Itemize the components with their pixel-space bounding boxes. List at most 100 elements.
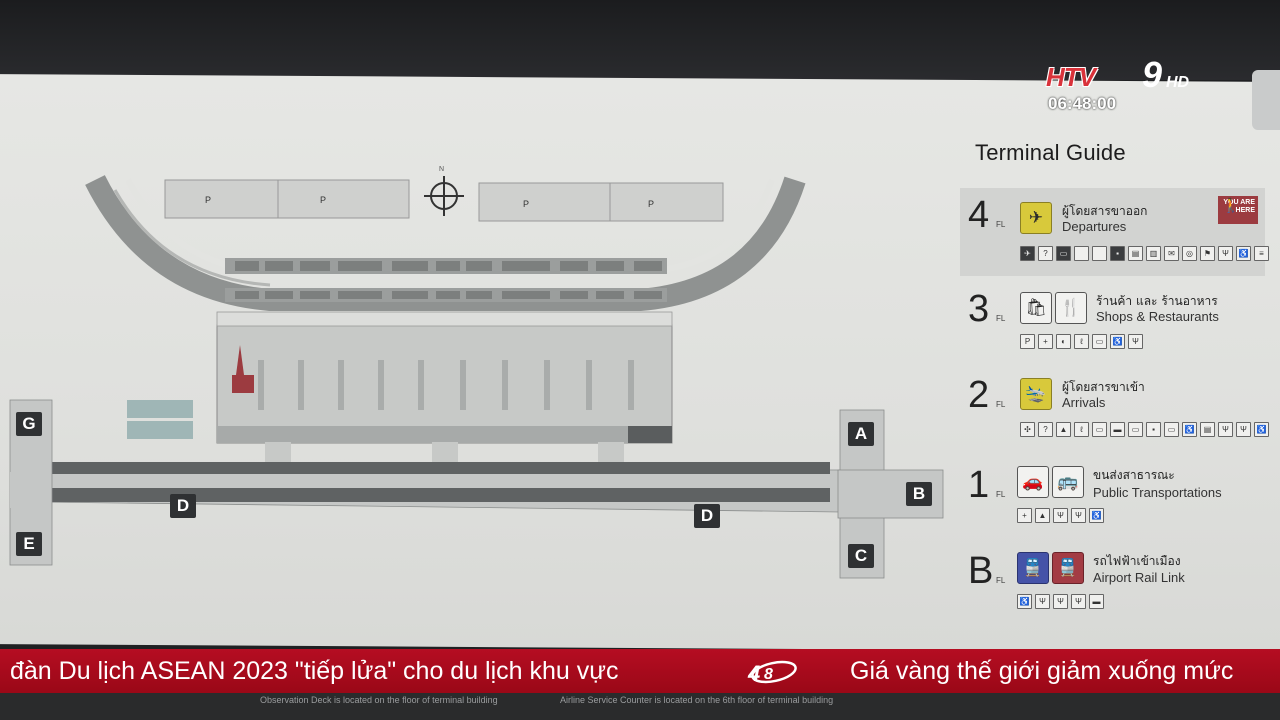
svg-text:P: P — [205, 195, 211, 205]
floor-1-public-transport: 1 FL 🚗 🚌 ขนส่งสาธารณะ Public Transportat… — [960, 458, 1265, 546]
bottom-strip: Observation Deck is located on the floor… — [0, 693, 1280, 720]
facility-icon: ♿ — [1089, 508, 1104, 523]
shopping-bags-icon: 🛍 — [1020, 292, 1052, 324]
floor-suffix: FL — [996, 400, 1006, 409]
floor-number: 1 — [968, 464, 990, 506]
floor-number: B — [968, 550, 994, 592]
floor-number: 2 — [968, 374, 990, 416]
facility-icon: Ψ — [1053, 508, 1068, 523]
facility-icon: P — [1020, 334, 1035, 349]
bottom-note-left: Observation Deck is located on the floor… — [260, 695, 498, 705]
floor-3-facility-icons: P + ◐ ℓ ▭ ♿ Ψ — [1020, 334, 1143, 349]
facility-icon: ◎ — [1182, 246, 1197, 261]
logo-htv-text: HTV — [1046, 62, 1096, 92]
pier-b-marker: B — [906, 482, 932, 506]
terminal-map: P P P P G E D D A B C N — [0, 150, 960, 590]
floor-number: 4 — [968, 194, 990, 236]
facility-icon: ▤ — [1200, 422, 1215, 437]
train-blue-icon: 🚆 — [1017, 552, 1049, 584]
pier-g-marker: G — [16, 412, 42, 436]
svg-text:P: P — [320, 195, 326, 205]
floor-english-label: Departures — [1062, 219, 1127, 234]
facility-icon: ≡ — [1254, 246, 1269, 261]
floor-2-facility-icons: ✣ ? ▲ ℓ ▭ ▬ ▭ ▪ ▭ ♿ ▤ Ψ Ψ ♿ — [1020, 422, 1269, 437]
floor-english-label: Shops & Restaurants — [1096, 309, 1219, 324]
bus-icon: 🚌 — [1052, 466, 1084, 498]
svg-text:P: P — [648, 199, 654, 209]
floor-4-departures: 4 FL ✈ ผู้โดยสารขาออก Departures 🚶 YOU A… — [960, 188, 1269, 276]
facility-icon: ▲ — [1035, 508, 1050, 523]
guide-title: Terminal Guide — [975, 140, 1126, 165]
facility-icon: ▬ — [1110, 422, 1125, 437]
floor-suffix: FL — [996, 576, 1006, 585]
board-frame — [1252, 70, 1280, 130]
facility-icon: ℓ — [1074, 422, 1089, 437]
ticker-headline-left: đàn Du lịch ASEAN 2023 "tiếp lửa" cho du… — [10, 657, 619, 685]
channel-logo: HTV 9 HD — [1046, 54, 1196, 95]
person-icon: 🚶 — [1222, 197, 1240, 213]
pier-d-east-marker: D — [694, 504, 720, 528]
floor-b-airport-rail-link: B FL 🚆 🚆 รถไฟฟ้าเข้าเมือง Airport Rail L… — [960, 544, 1265, 632]
floor-english-label: Public Transportations — [1093, 485, 1222, 500]
departures-plane-icon: ✈ — [1020, 202, 1052, 234]
broadcast-clock: 06:48:00 — [1048, 94, 1117, 113]
facility-icon: Ψ — [1128, 334, 1143, 349]
floor-suffix: FL — [996, 490, 1006, 499]
floor-2-arrivals: 2 FL 🛬 ผู้โดยสารขาเข้า Arrivals ✣ ? ▲ ℓ … — [960, 368, 1269, 456]
svg-text:8: 8 — [764, 666, 773, 683]
floor-1-facility-icons: + ▲ Ψ Ψ ♿ — [1017, 508, 1104, 523]
floor-thai-label: รถไฟฟ้าเข้าเมือง — [1093, 554, 1181, 568]
pier-e-marker: E — [16, 532, 42, 556]
facility-icon: + — [1017, 508, 1032, 523]
bottom-note-right: Airline Service Counter is located on th… — [560, 695, 834, 705]
facility-icon: ▤ — [1128, 246, 1143, 261]
facility-icon: ▭ — [1056, 246, 1071, 261]
floor-number: 3 — [968, 288, 990, 330]
facility-icon: ▭ — [1164, 422, 1179, 437]
news-ticker: đàn Du lịch ASEAN 2023 "tiếp lửa" cho du… — [0, 649, 1280, 693]
facility-icon: Ψ — [1053, 594, 1068, 609]
car-icon: 🚗 — [1017, 466, 1049, 498]
floor-3-shops: 3 FL 🛍 🍴 ร้านค้า และ ร้านอาหาร Shops & R… — [960, 282, 1265, 370]
ticker-headline-right: Giá vàng thế giới giảm xuống mức — [850, 657, 1234, 685]
facility-icon: ♿ — [1110, 334, 1125, 349]
facility-icon: ✣ — [1020, 422, 1035, 437]
floor-b-facility-icons: ♿ Ψ Ψ Ψ ▬ — [1017, 594, 1104, 609]
facility-icon: ♿ — [1236, 246, 1251, 261]
facility-icon: ◐ — [1056, 334, 1071, 349]
facility-icon: ♿ — [1182, 422, 1197, 437]
floor-english-label: Airport Rail Link — [1093, 570, 1185, 585]
facility-icon: ▬ — [1089, 594, 1104, 609]
terminal-guide: Terminal Guide 4 FL ✈ ผู้โดยสารขาออก Dep… — [960, 130, 1269, 630]
facility-icon — [1092, 246, 1107, 261]
logo-hd-text: HD — [1166, 74, 1190, 91]
logo-9-text: 9 — [1142, 54, 1163, 95]
pier-a-marker: A — [848, 422, 874, 446]
arrivals-plane-icon: 🛬 — [1020, 378, 1052, 410]
north-label: N — [439, 166, 445, 173]
facility-icon: Ψ — [1236, 422, 1251, 437]
floor-suffix: FL — [996, 220, 1006, 229]
facility-icon: ▥ — [1146, 246, 1161, 261]
floor-thai-label: ขนส่งสาธารณะ — [1093, 468, 1175, 482]
pier-c-marker: C — [848, 544, 874, 568]
ticker-separator-logo-icon: 4 8 — [738, 655, 802, 687]
facility-icon: ♿ — [1017, 594, 1032, 609]
facility-icon: ▭ — [1092, 334, 1107, 349]
terminal-map-drawing: P P P P — [9, 175, 944, 579]
floor-english-label: Arrivals — [1062, 395, 1106, 410]
facility-icon: ▭ — [1092, 422, 1107, 437]
svg-text:4: 4 — [747, 661, 760, 686]
facility-icon: Ψ — [1071, 594, 1086, 609]
facility-icon: Ψ — [1071, 508, 1086, 523]
facility-icon: ▪ — [1110, 246, 1125, 261]
facility-icon: ℓ — [1074, 334, 1089, 349]
facility-icon: ✉ — [1164, 246, 1179, 261]
facility-icon: ? — [1038, 246, 1053, 261]
facility-icon: ⚑ — [1200, 246, 1215, 261]
you-are-here-badge: 🚶 YOU ARE HERE — [1218, 196, 1258, 224]
facility-icon — [1074, 246, 1089, 261]
floor-suffix: FL — [996, 314, 1006, 323]
restaurant-icon: 🍴 — [1055, 292, 1087, 324]
facility-icon: Ψ — [1218, 246, 1233, 261]
